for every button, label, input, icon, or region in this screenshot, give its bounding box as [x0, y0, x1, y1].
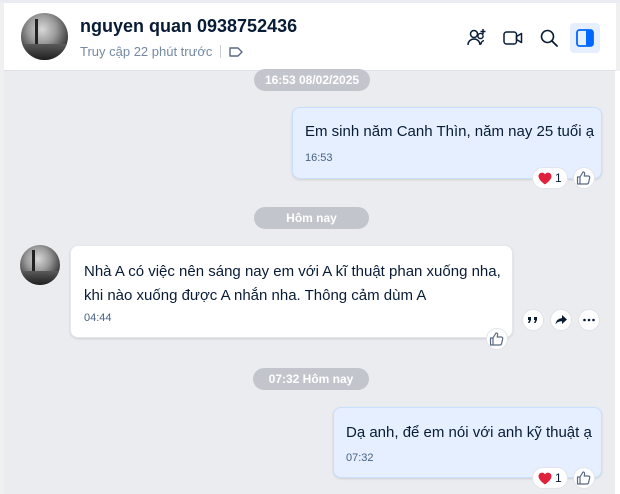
message-time: 04:44	[84, 312, 112, 324]
like-button[interactable]	[573, 467, 595, 489]
reaction-count: 1	[555, 471, 562, 485]
heart-icon	[538, 472, 552, 484]
message-text: Dạ anh, để em nói với anh kỹ thuật ạ	[346, 424, 592, 441]
sender-avatar[interactable]	[20, 245, 60, 285]
conversation-info-icon[interactable]	[570, 23, 600, 53]
forward-button[interactable]	[550, 309, 572, 331]
quote-icon	[528, 317, 537, 323]
contact-name[interactable]: nguyen quan 0938752436	[80, 16, 297, 37]
message-text: Em sinh năm Canh Thìn, năm nay 25 tuổi ạ	[305, 123, 595, 140]
message-time: 07:32	[346, 452, 374, 464]
status-divider	[220, 45, 222, 58]
add-friend-icon[interactable]	[466, 27, 488, 49]
reaction-badge[interactable]: 1	[532, 467, 568, 489]
contact-status-row: Truy cập 22 phút trước	[80, 44, 244, 59]
reaction-count: 1	[555, 171, 562, 185]
quote-reply-button[interactable]	[522, 309, 544, 331]
thumbs-up-icon	[576, 471, 591, 485]
forward-icon	[555, 315, 567, 325]
contact-avatar[interactable]	[21, 13, 68, 60]
more-options-button[interactable]	[578, 309, 600, 331]
heart-icon	[538, 172, 552, 184]
video-call-icon[interactable]	[502, 27, 524, 49]
thumbs-up-icon	[576, 171, 591, 185]
reaction-badge[interactable]: 1	[532, 167, 568, 189]
like-button[interactable]	[486, 328, 508, 350]
more-icon	[583, 318, 595, 322]
thumbs-up-icon	[489, 332, 504, 346]
last-active-status: Truy cập 22 phút trước	[80, 44, 213, 59]
message-text-line: khi nào xuống được A nhắn nha. Thông cảm…	[84, 287, 427, 304]
date-separator: 07:32 Hôm nay	[253, 368, 369, 390]
like-button[interactable]	[573, 167, 595, 189]
message-text-line: Nhà A có việc nên sáng nay em với A kĩ t…	[84, 263, 501, 280]
conversation-header: nguyen quan 0938752436 Truy cập 22 phút …	[4, 3, 616, 71]
date-separator: 16:53 08/02/2025	[254, 69, 370, 91]
search-icon[interactable]	[538, 27, 560, 49]
date-separator: Hôm nay	[254, 207, 369, 229]
incoming-message-bubble[interactable]: Nhà A có việc nên sáng nay em với A kĩ t…	[70, 245, 513, 338]
scrollbar[interactable]	[615, 71, 620, 494]
message-time: 16:53	[305, 152, 333, 164]
label-tag-icon[interactable]	[229, 47, 244, 57]
